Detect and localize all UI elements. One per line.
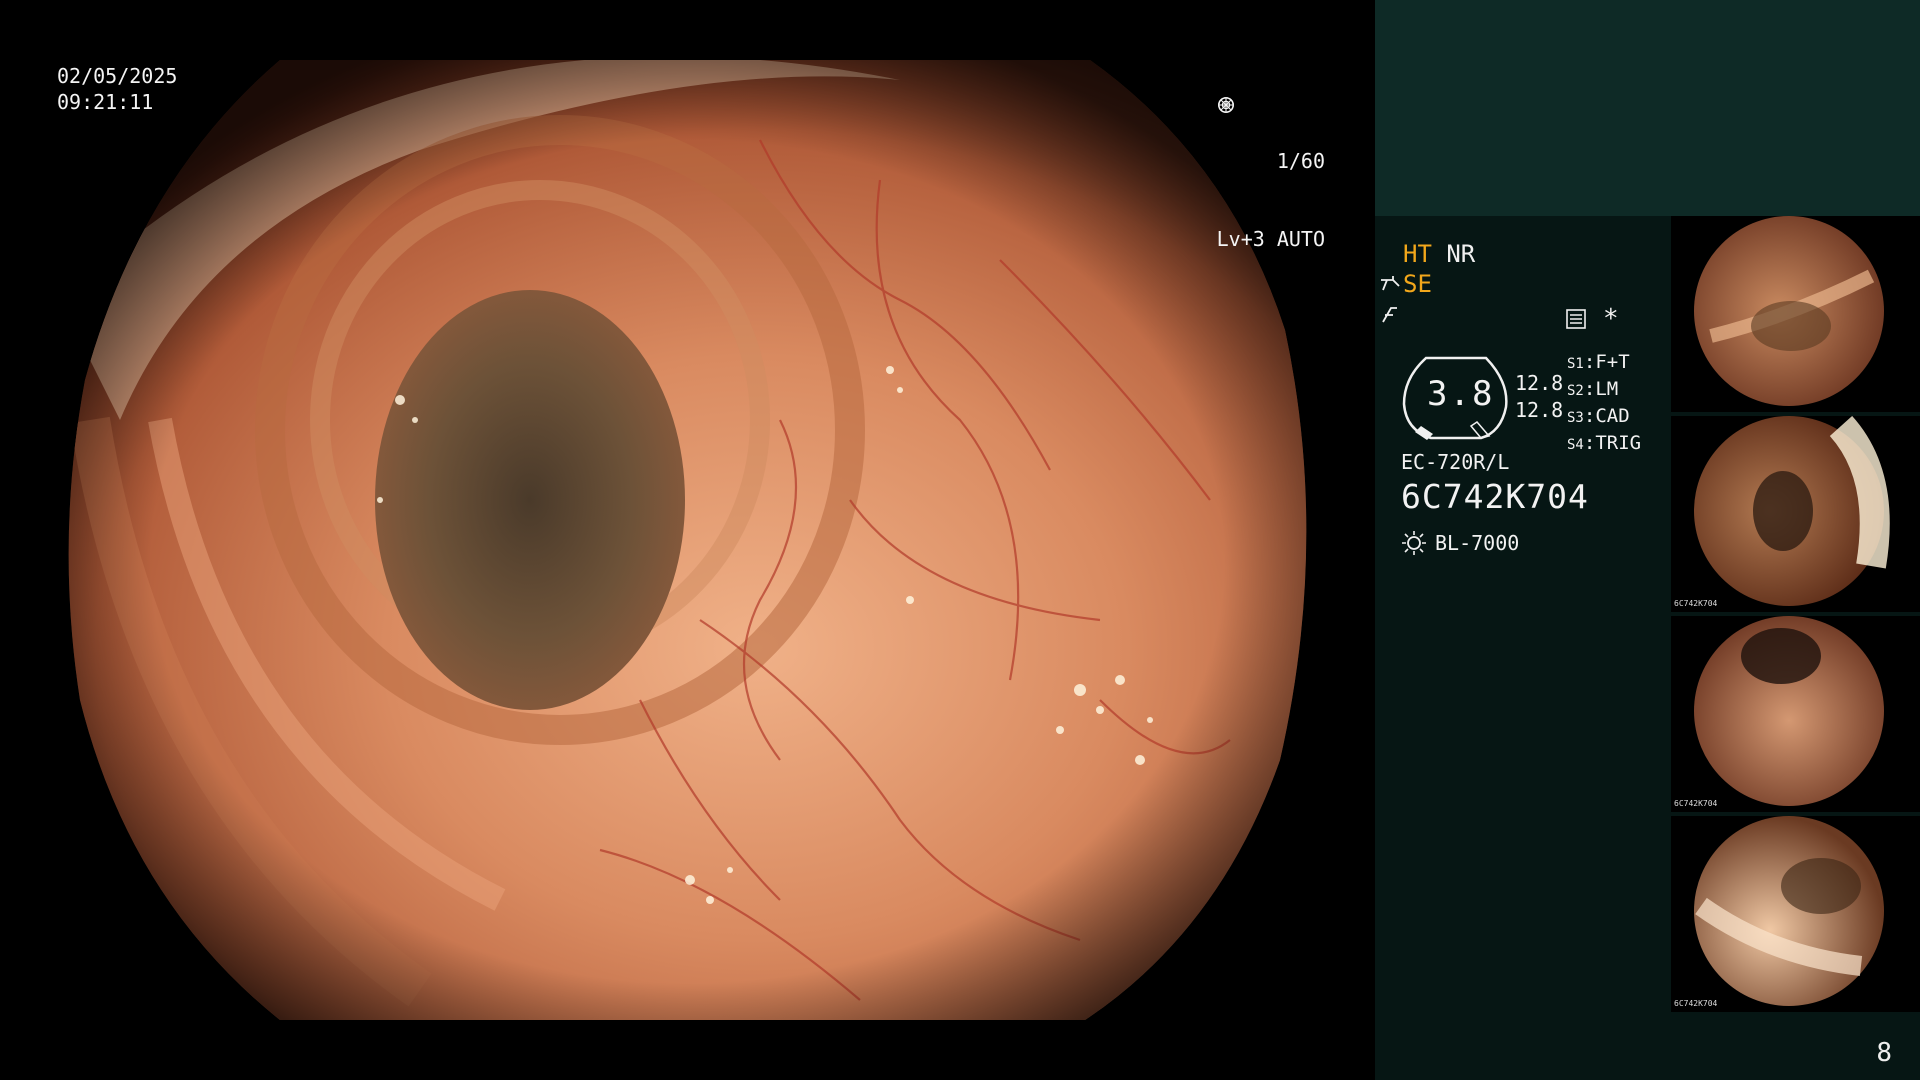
thumbnail-4[interactable]: 6C742K704 [1671,816,1920,1012]
light-source-icon [1402,531,1426,555]
side-values: 12.8 12.8 [1515,370,1563,424]
scope-model: EC-720R/L [1401,450,1510,474]
panel-icon-row: * [1565,304,1619,334]
nr-mode: NR [1446,240,1476,268]
date-text: 02/05/2025 [57,64,178,88]
time-text: 09:21:11 [57,90,154,114]
thumbnail-1[interactable] [1671,216,1920,412]
light-source: BL-7000 [1401,530,1519,556]
scope-serial: 6C742K704 [1401,477,1589,516]
magnification-value: 3.8 [1427,374,1495,414]
slot-label: TRIG [1595,432,1642,454]
panel-header-area [1375,0,1920,216]
thumbnail-serial: 6C742K704 [1674,599,1718,608]
thumbnail-serial: 6C742K704 [1674,999,1718,1008]
shutter-text: 1/60 [1276,149,1325,173]
auto-iris-icon [1217,97,1234,113]
thumbnail-serial: 6C742K704 [1674,799,1718,808]
slot-label: CAD [1595,405,1630,427]
scope-angle-icon [1381,276,1400,291]
asterisk-indicator: * [1603,304,1619,334]
endoscope-view: 02/05/2025 09:21:11 1/60 Lv+3 AUTO [0,0,1375,1080]
exposure-readout: 1/60 Lv+3 AUTO [1217,96,1325,304]
slot-s1: S1:F+T [1567,351,1630,373]
exposure-text: Lv+3 AUTO [1216,227,1325,251]
menu-icon [1566,309,1586,329]
side-value-1: 12.8 [1515,371,1564,395]
slot-key: S1 [1567,356,1584,372]
datetime-readout: 02/05/2025 09:21:11 [57,63,177,115]
info-panel: HT NR SE * 3.8 12.8 12.8 S1:F+T S2:LM S3… [1375,0,1920,1080]
slot-s3: S3:CAD [1567,405,1630,427]
freeze-icon [1382,307,1397,323]
light-source-text: BL-7000 [1435,531,1520,555]
slot-label: LM [1595,378,1619,400]
thumbnail-2[interactable]: 6C742K704 [1671,416,1920,612]
switch-assignments: S1:F+T S2:LM S3:CAD S4:TRIG [1567,350,1641,458]
se-mode: SE [1403,270,1432,298]
ht-mode: HT [1403,240,1432,268]
thumbnail-3[interactable]: 6C742K704 [1671,616,1920,812]
slot-key: S2 [1567,383,1584,399]
slot-key: S4 [1567,437,1584,453]
slot-key: S3 [1567,410,1584,426]
side-value-2: 12.8 [1515,398,1564,422]
slot-s2: S2:LM [1567,378,1619,400]
slot-s4: S4:TRIG [1567,432,1642,454]
slot-label: F+T [1595,351,1630,373]
page-number: 8 [1876,1038,1892,1068]
colon-lumen-image [68,60,1307,1020]
